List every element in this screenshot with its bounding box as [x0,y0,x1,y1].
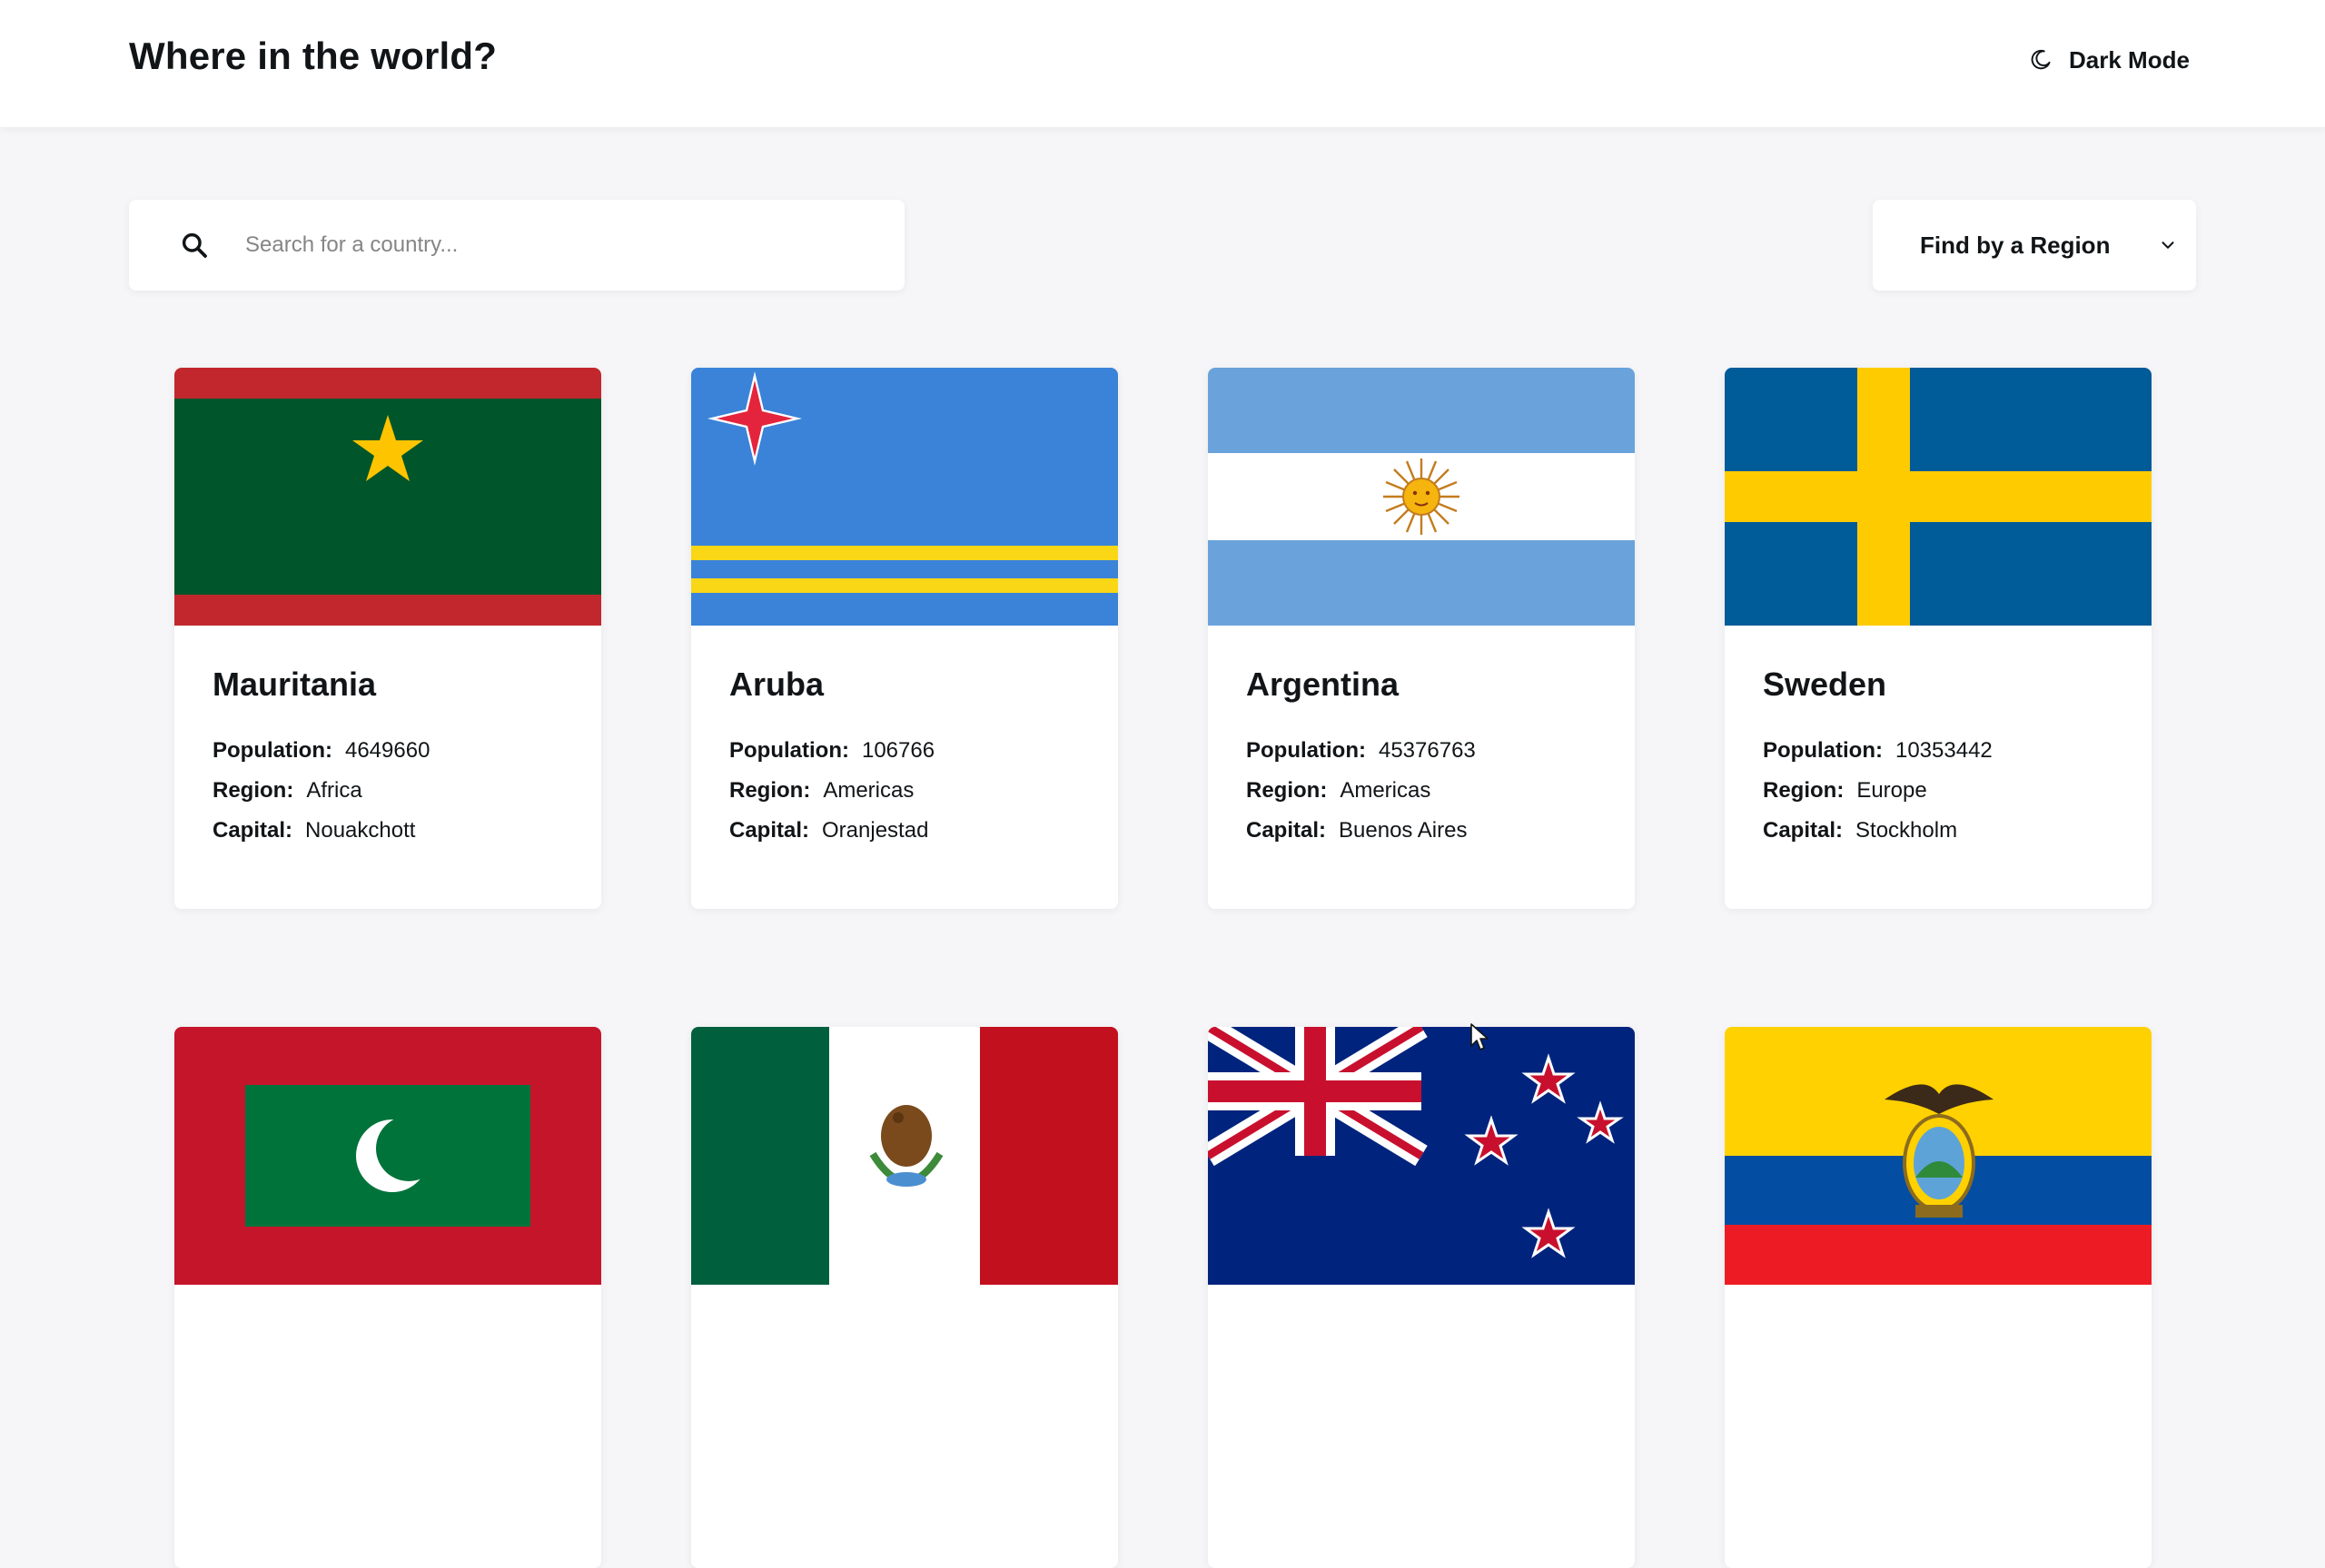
population-row: Population: 106766 [729,731,1080,771]
country-name: Argentina [1246,666,1400,703]
population-value: 45376763 [1378,738,1476,763]
app-title: Where in the world? [129,35,498,77]
chevron-down-icon [2162,242,2174,249]
capital-value: Buenos Aires [1339,818,1468,843]
region-row: Region: Americas [1246,771,1597,811]
population-value: 4649660 [344,738,430,763]
country-card-aruba[interactable]: Aruba Population: 106766 Region: Americas … [691,368,1118,909]
capital-label: Capital: [1246,818,1327,843]
region-value: Africa [306,778,362,803]
region-label: Region: [213,778,294,803]
capital-row: Capital: Oranjestad [729,811,1080,851]
country-card-new-zealand[interactable] [1208,1027,1635,1568]
country-card-ecuador[interactable] [1725,1027,2152,1568]
region-value: Americas [823,778,915,803]
population-row: Population: 45376763 [1246,731,1597,771]
population-label: Population: [213,738,332,763]
moon-icon [2031,49,2051,70]
search-box[interactable] [129,200,905,291]
population-row: Population: 4649660 [213,731,563,771]
capital-label: Capital: [1763,818,1844,843]
capital-value: Stockholm [1855,818,1958,843]
country-name: Sweden [1763,666,1887,703]
new-zealand-flag [1208,1027,1635,1285]
population-label: Population: [1246,738,1366,763]
argentina-flag [1208,368,1635,626]
region-row: Region: Europe [1763,771,2113,811]
country-name: Aruba [729,666,825,703]
country-card-maldives[interactable] [174,1027,601,1568]
dark-mode-label: Dark Mode [2069,45,2190,74]
mouse-cursor-icon [1470,1023,1489,1050]
sweden-flag [1725,368,2152,626]
mauritania-flag [174,368,601,626]
ecuador-flag [1725,1027,2152,1285]
population-label: Population: [729,738,849,763]
capital-row: Capital: Stockholm [1763,811,2113,851]
aruba-flag [691,368,1118,626]
region-row: Region: Africa [213,771,563,811]
search-input[interactable] [245,232,863,258]
capital-label: Capital: [729,818,810,843]
region-filter-dropdown[interactable]: Find by a Region [1873,200,2196,291]
region-filter-label: Find by a Region [1920,231,2111,259]
capital-row: Capital: Nouakchott [213,811,563,851]
capital-row: Capital: Buenos Aires [1246,811,1597,851]
country-name: Mauritania [213,666,377,703]
country-card-mauritania[interactable]: Mauritania Population: 4649660 Region: Afr… [174,368,601,909]
mexico-flag [691,1027,1118,1285]
maldives-flag [174,1027,601,1285]
country-card-sweden[interactable]: Sweden Population: 10353442 Region: Europe… [1725,368,2152,909]
region-value: Americas [1340,778,1431,803]
population-row: Population: 10353442 [1763,731,2113,771]
capital-label: Capital: [213,818,293,843]
population-value: 10353442 [1895,738,1993,763]
app-header: Where in the world? Dark Mode [0,0,2325,127]
region-row: Region: Americas [729,771,1080,811]
country-card-argentina[interactable]: Argentina Population: 45376763 Region: Ame… [1208,368,1635,909]
region-label: Region: [1246,778,1328,803]
population-label: Population: [1763,738,1883,763]
region-label: Region: [729,778,811,803]
region-label: Region: [1763,778,1845,803]
population-value: 106766 [861,738,935,763]
region-value: Europe [1856,778,1927,803]
capital-value: Nouakchott [305,818,416,843]
dark-mode-toggle[interactable]: Dark Mode [2029,40,2190,80]
country-card-mexico[interactable] [691,1027,1118,1568]
search-icon [182,232,207,258]
capital-value: Oranjestad [822,818,929,843]
